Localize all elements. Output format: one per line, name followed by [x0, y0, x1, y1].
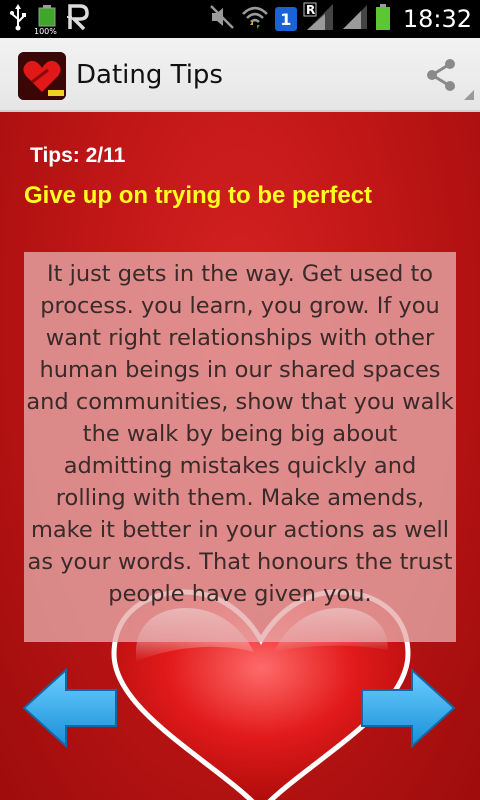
clock: 18:32 — [402, 5, 472, 33]
tip-title: Give up on trying to be perfect — [24, 182, 373, 209]
usb-icon — [8, 3, 28, 35]
status-bar: 100% 1 R 18:32 — [0, 0, 480, 38]
battery-icon — [375, 3, 391, 35]
mute-icon — [209, 4, 235, 34]
tips-counter: Tips: 2/11 — [30, 144, 126, 167]
signal-roaming-icon: R — [303, 2, 335, 36]
wifi-icon — [241, 4, 269, 34]
app-icon[interactable] — [18, 52, 66, 100]
tip-body: It just gets in the way. Get used to pro… — [26, 261, 454, 607]
tip-screen: Tips: 2/11 Give up on trying to be perfe… — [0, 112, 480, 800]
r-app-icon — [66, 3, 92, 35]
svg-text:R: R — [306, 3, 315, 17]
share-icon — [423, 57, 459, 97]
app-title: Dating Tips — [76, 60, 223, 90]
signal-icon — [341, 3, 369, 35]
battery-full-small-icon: 100% — [34, 4, 58, 36]
next-button[interactable] — [360, 667, 456, 749]
arrow-right-icon — [360, 667, 456, 752]
action-bar: Dating Tips — [0, 38, 480, 112]
sim-badge: 1 — [274, 7, 297, 31]
previous-button[interactable] — [22, 667, 118, 749]
share-button[interactable] — [420, 56, 462, 98]
battery-small-label: 100% — [34, 27, 57, 36]
overflow-indicator — [464, 90, 474, 100]
arrow-left-icon — [22, 667, 118, 752]
tip-body-card: It just gets in the way. Get used to pro… — [24, 252, 456, 642]
